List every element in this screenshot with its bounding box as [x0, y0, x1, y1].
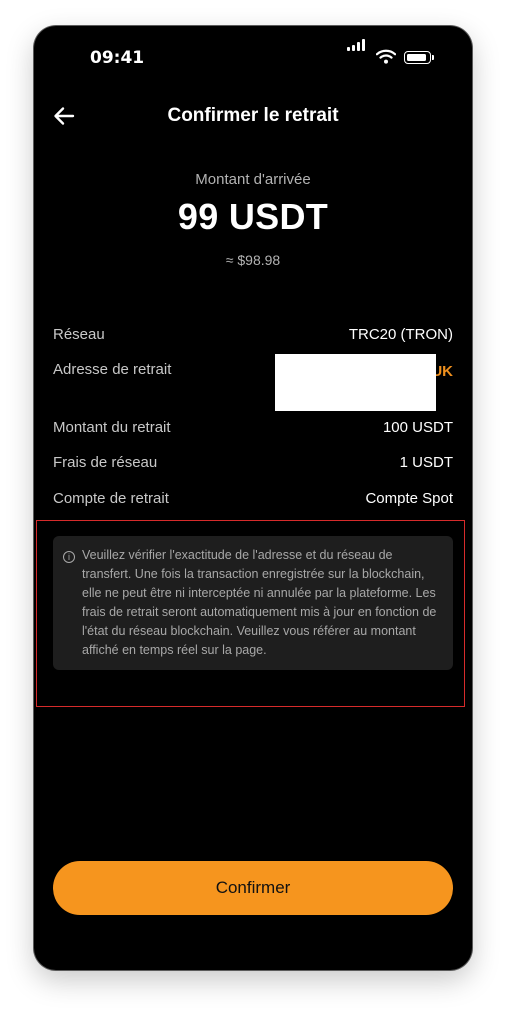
navigation-bar: Confirmer le retrait [34, 96, 472, 136]
detail-row-withdrawal-amount: Montant du retrait 100 USDT [53, 419, 453, 441]
address-redaction-mask [275, 354, 436, 411]
arrival-amount-fiat: ≈ $98.98 [225, 252, 281, 268]
network-fee-value: 1 USDT [399, 454, 453, 471]
network-fee-label: Frais de réseau [53, 454, 158, 471]
arrival-amount-section: Montant d'arrivée 99 USDT ≈ $98.98 [34, 171, 472, 268]
phone-screen: 09:41 Confirmer le retrait Montant d'arr… [34, 26, 472, 970]
network-label: Réseau [53, 326, 105, 343]
battery-icon [404, 51, 434, 64]
status-bar: 09:41 [34, 26, 472, 86]
arrival-amount-label: Montant d'arrivée [195, 171, 311, 188]
withdrawal-amount-label: Montant du retrait [53, 419, 171, 436]
withdrawal-account-value: Compte Spot [365, 490, 453, 507]
detail-row-network-fee: Frais de réseau 1 USDT [53, 454, 453, 476]
withdrawal-account-label: Compte de retrait [53, 490, 169, 507]
confirm-button[interactable]: Confirmer [53, 861, 453, 915]
withdrawal-amount-value: 100 USDT [382, 419, 453, 436]
wifi-icon [375, 49, 397, 68]
withdrawal-address-label: Adresse de retrait [53, 361, 172, 378]
network-value: TRC20 (TRON) [348, 326, 453, 343]
highlight-annotation-box [36, 520, 465, 707]
arrival-amount-value: 99 USDT [177, 196, 329, 237]
detail-row-account: Compte de retrait Compte Spot [53, 490, 453, 512]
page-title: Confirmer le retrait [167, 105, 339, 126]
status-time: 09:41 [90, 48, 145, 68]
detail-row-network: Réseau TRC20 (TRON) [53, 326, 453, 348]
